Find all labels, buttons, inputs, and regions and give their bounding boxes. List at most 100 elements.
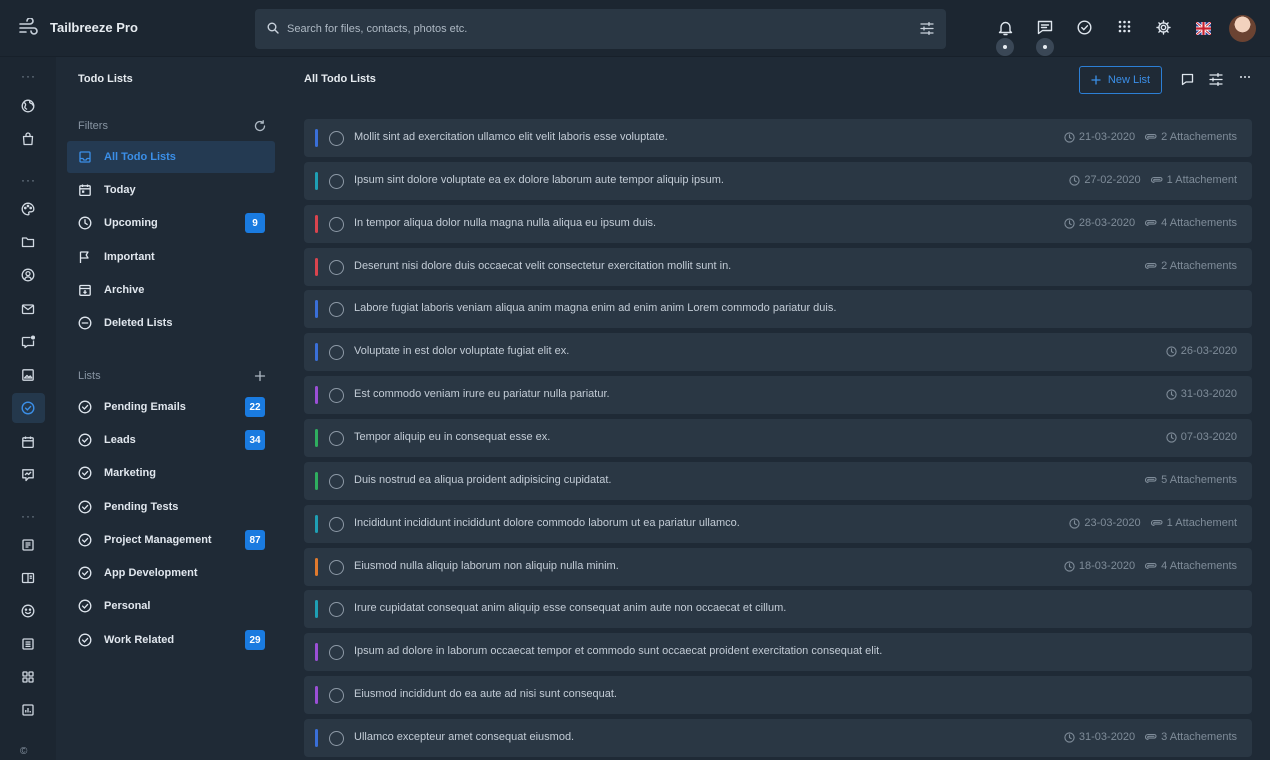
- shopping-bag-icon[interactable]: [21, 132, 35, 146]
- todo-item[interactable]: Ullamco excepteur amet consequat eiusmod…: [304, 719, 1252, 757]
- user-circle-icon[interactable]: [21, 268, 35, 282]
- list-icon[interactable]: [21, 637, 35, 651]
- todo-checkbox[interactable]: [329, 517, 344, 532]
- priority-color-bar: [315, 515, 318, 533]
- more-horizontal-icon[interactable]: [1239, 71, 1251, 83]
- apps-grid-icon[interactable]: [1118, 20, 1131, 33]
- todo-checkbox[interactable]: [329, 645, 344, 660]
- todo-item[interactable]: Ipsum ad dolore in laborum occaecat temp…: [304, 633, 1252, 671]
- document-icon[interactable]: [21, 538, 35, 552]
- todo-item[interactable]: Irure cupidatat consequat anim aliquip e…: [304, 590, 1252, 628]
- todo-item[interactable]: Voluptate in est dolor voluptate fugiat …: [304, 333, 1252, 371]
- todo-checkbox[interactable]: [329, 602, 344, 617]
- list-marketing[interactable]: Marketing: [67, 457, 275, 489]
- todo-item[interactable]: Eiusmod nulla aliquip laborum non aliqui…: [304, 548, 1252, 586]
- chart-board-icon[interactable]: [21, 468, 35, 482]
- paperclip-icon: [1145, 476, 1157, 484]
- todo-checkbox[interactable]: [329, 302, 344, 317]
- todo-checkbox[interactable]: [329, 174, 344, 189]
- attachments[interactable]: 2 Attachements: [1145, 131, 1237, 143]
- search-input[interactable]: [287, 9, 887, 49]
- list-label: Work Related: [104, 634, 175, 646]
- todo-checkbox[interactable]: [329, 345, 344, 360]
- calendar-icon[interactable]: [21, 435, 35, 449]
- due-date: 21-03-2020: [1064, 131, 1135, 143]
- todo-item[interactable]: Deserunt nisi dolore duis occaecat velit…: [304, 248, 1252, 286]
- todo-item[interactable]: Est commodo veniam irure eu pariatur nul…: [304, 376, 1252, 414]
- user-avatar[interactable]: [1229, 15, 1256, 42]
- refresh-icon[interactable]: [254, 120, 266, 132]
- todo-item[interactable]: Duis nostrud ea aliqua proident adipisic…: [304, 462, 1252, 500]
- todo-text: Ipsum ad dolore in laborum occaecat temp…: [354, 645, 883, 657]
- todo-checkbox[interactable]: [329, 474, 344, 489]
- todo-checkbox[interactable]: [329, 688, 344, 703]
- comment-icon[interactable]: [1181, 73, 1194, 86]
- book-open-icon[interactable]: [21, 571, 35, 585]
- due-date: 07-03-2020: [1166, 431, 1237, 443]
- more-dots-icon[interactable]: ···: [21, 509, 36, 523]
- filter-important[interactable]: Important: [67, 241, 275, 273]
- todo-item[interactable]: Ipsum sint dolore voluptate ea ex dolore…: [304, 162, 1252, 200]
- list-app-development[interactable]: App Development: [67, 557, 275, 589]
- grid-icon[interactable]: [21, 670, 35, 684]
- list-work-related[interactable]: Work Related 29: [67, 624, 275, 656]
- todo-checkbox[interactable]: [329, 260, 344, 275]
- paperclip-icon: [1150, 176, 1163, 184]
- sidebar-title: Todo Lists: [78, 73, 133, 85]
- plus-icon[interactable]: [254, 370, 266, 382]
- todo-item[interactable]: Eiusmod incididunt do ea aute ad nisi su…: [304, 676, 1252, 714]
- filter-today[interactable]: Today: [67, 174, 275, 206]
- filter-archive[interactable]: Archive: [67, 274, 275, 306]
- check-circle-icon[interactable]: [1077, 20, 1092, 35]
- todo-item[interactable]: Tempor aliquip eu in consequat esse ex. 0…: [304, 419, 1252, 457]
- attachments[interactable]: 4 Attachements: [1145, 217, 1237, 229]
- filter-upcoming[interactable]: Upcoming 9: [67, 207, 275, 239]
- todo-checkbox[interactable]: [329, 388, 344, 403]
- chat-notification-icon[interactable]: [21, 335, 35, 349]
- todo-item[interactable]: Mollit sint ad exercitation ullamco elit…: [304, 119, 1252, 157]
- list-project-management[interactable]: Project Management 87: [67, 524, 275, 556]
- attachments[interactable]: 2 Attachements: [1145, 260, 1237, 272]
- top-bar: Tailbreeze Pro: [0, 0, 1270, 57]
- check-circle-icon[interactable]: [21, 401, 35, 415]
- message-icon[interactable]: [1037, 20, 1053, 35]
- todo-checkbox[interactable]: [329, 560, 344, 575]
- attachments[interactable]: 1 Attachement: [1150, 517, 1237, 529]
- attachments[interactable]: 5 Attachements: [1145, 474, 1237, 486]
- more-dots-icon[interactable]: ···: [21, 69, 36, 83]
- filter-all-todo-lists[interactable]: All Todo Lists: [67, 141, 275, 173]
- list-pending-emails[interactable]: Pending Emails 22: [67, 391, 275, 423]
- list-personal[interactable]: Personal: [67, 590, 275, 622]
- attachments[interactable]: 4 Attachements: [1145, 560, 1237, 572]
- filter-deleted-lists[interactable]: Deleted Lists: [67, 307, 275, 339]
- brand[interactable]: Tailbreeze Pro: [18, 18, 138, 36]
- uk-flag-icon[interactable]: [1196, 22, 1211, 35]
- todo-item[interactable]: Labore fugiat laboris veniam aliqua anim…: [304, 290, 1252, 328]
- todo-text: Irure cupidatat consequat anim aliquip e…: [354, 602, 787, 614]
- palette-icon[interactable]: [21, 202, 35, 216]
- bar-chart-icon[interactable]: [21, 703, 35, 717]
- todo-item[interactable]: Incididunt incididunt incididunt dolore …: [304, 505, 1252, 543]
- list-pending-tests[interactable]: Pending Tests: [67, 491, 275, 523]
- list-leads[interactable]: Leads 34: [67, 424, 275, 456]
- folder-icon[interactable]: [21, 235, 35, 249]
- todo-meta: 23-03-2020 1 Attachement: [1069, 517, 1237, 529]
- globe-icon[interactable]: [21, 99, 35, 113]
- attachments-count: 2 Attachements: [1161, 131, 1237, 143]
- todo-checkbox[interactable]: [329, 431, 344, 446]
- attachments[interactable]: 1 Attachement: [1150, 174, 1237, 186]
- smile-icon[interactable]: [21, 604, 35, 618]
- todo-item[interactable]: In tempor aliqua dolor nulla magna nulla…: [304, 205, 1252, 243]
- bell-icon[interactable]: [998, 20, 1013, 36]
- more-dots-icon[interactable]: ···: [21, 173, 36, 187]
- todo-checkbox[interactable]: [329, 131, 344, 146]
- filter-sliders-icon[interactable]: [1209, 73, 1223, 86]
- gear-icon[interactable]: [1156, 20, 1171, 35]
- mail-icon[interactable]: [21, 302, 35, 316]
- todo-checkbox[interactable]: [329, 217, 344, 232]
- todo-checkbox[interactable]: [329, 731, 344, 746]
- attachments[interactable]: 3 Attachements: [1145, 731, 1237, 743]
- new-list-button[interactable]: New List: [1079, 66, 1162, 94]
- filter-sliders-icon[interactable]: [920, 22, 934, 35]
- image-icon[interactable]: [21, 368, 35, 382]
